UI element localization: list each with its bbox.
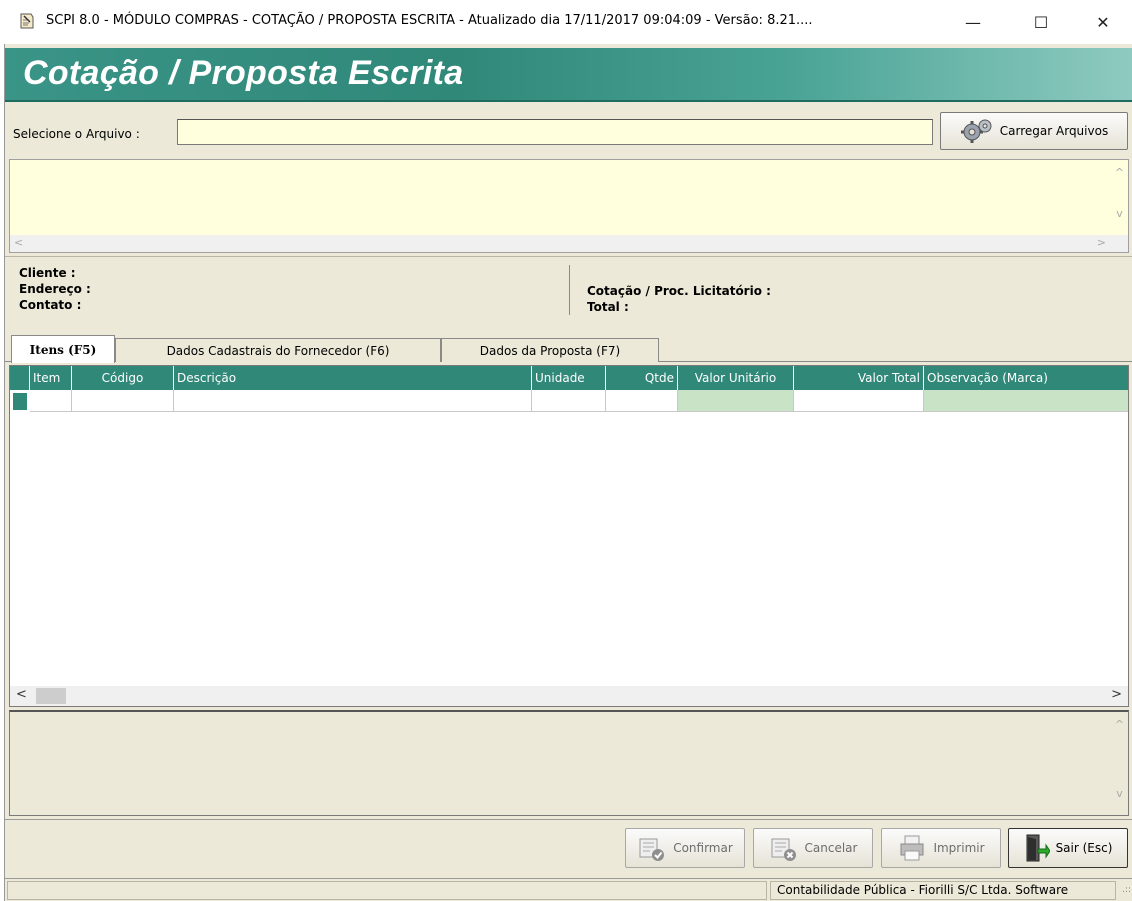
confirm-icon (639, 838, 665, 861)
cancel-icon (771, 838, 796, 861)
quotation-label: Cotação / Proc. Licitatório : (587, 284, 771, 298)
info-divider (569, 265, 570, 315)
cell-quantity[interactable] (606, 390, 678, 412)
status-panel-left (7, 881, 767, 900)
chevron-right-icon[interactable]: > (1111, 687, 1122, 702)
notes-panel[interactable]: ^ v (9, 710, 1129, 816)
col-quantity[interactable]: Qtde (606, 366, 678, 390)
cell-unit-value[interactable] (678, 390, 794, 412)
chevron-left-icon[interactable]: < (14, 236, 23, 249)
chevron-right-icon[interactable]: > (1097, 236, 1106, 249)
address-label: Endereço : (19, 282, 91, 296)
col-description[interactable]: Descrição (174, 366, 532, 390)
notes-vertical-scrollbar[interactable]: ^ v (1111, 712, 1128, 816)
load-files-label: Carregar Arquivos (999, 124, 1109, 138)
chevron-up-icon[interactable]: ^ (1111, 718, 1128, 731)
app-icon (20, 13, 34, 29)
main-window: Cotação / Proposta Escrita Selecione o A… (4, 44, 1132, 901)
printer-icon (900, 835, 924, 861)
col-unit[interactable]: Unidade (532, 366, 606, 390)
cell-unit[interactable] (532, 390, 606, 412)
col-code[interactable]: Código (72, 366, 174, 390)
cell-description[interactable] (174, 390, 532, 412)
col-item[interactable]: Item (30, 366, 72, 390)
title-bar: SCPI 8.0 - MÓDULO COMPRAS - COTAÇÃO / PR… (0, 0, 1132, 44)
print-label: Imprimir (933, 841, 985, 855)
tab-strip: Itens (F5) Dados Cadastrais do Fornecedo… (5, 330, 1132, 363)
table-row[interactable] (10, 390, 1128, 412)
maximize-button[interactable]: ☐ (1018, 0, 1064, 44)
button-bar: Confirmar Cancelar Imprimir Sair (Esc) (5, 819, 1132, 875)
cell-item[interactable] (30, 390, 72, 412)
col-unit-value[interactable]: Valor Unitário (678, 366, 794, 390)
exit-button[interactable]: Sair (Esc) (1008, 828, 1128, 868)
row-indicator-header (10, 366, 30, 390)
resize-grip-icon[interactable]: .:: (1122, 885, 1131, 895)
confirm-button[interactable]: Confirmar (625, 828, 745, 868)
cancel-button[interactable]: Cancelar (753, 828, 873, 868)
tab-proposal-data[interactable]: Dados da Proposta (F7) (441, 338, 659, 362)
col-observation[interactable]: Observação (Marca) (924, 366, 1128, 390)
confirm-label: Confirmar (673, 841, 733, 855)
file-label: Selecione o Arquivo : (13, 127, 140, 141)
load-files-button[interactable]: Carregar Arquivos (940, 112, 1128, 150)
cell-total-value[interactable] (794, 390, 924, 412)
items-grid[interactable]: Item Código Descrição Unidade Qtde Valor… (9, 365, 1129, 707)
chevron-up-icon[interactable]: ^ (1111, 166, 1128, 179)
col-total-value[interactable]: Valor Total (794, 366, 924, 390)
supplier-info: Cliente : Endereço : Contato : Cotação /… (5, 256, 1132, 324)
tab-supplier-data[interactable]: Dados Cadastrais do Fornecedor (F6) (115, 338, 441, 362)
close-button[interactable]: ✕ (1080, 0, 1126, 44)
grid-horizontal-scrollbar[interactable]: < > (10, 686, 1128, 706)
chevron-down-icon[interactable]: v (1111, 787, 1128, 800)
gears-icon (960, 119, 992, 143)
scroll-corner (1111, 235, 1128, 252)
cancel-label: Cancelar (804, 841, 858, 855)
memo-vertical-scrollbar[interactable]: ^ v (1111, 160, 1128, 236)
chevron-left-icon[interactable]: < (16, 687, 27, 702)
print-button[interactable]: Imprimir (881, 828, 1001, 868)
file-row: Selecione o Arquivo : Carregar Arquivos (5, 102, 1132, 154)
file-input[interactable] (177, 119, 933, 145)
cell-observation[interactable] (924, 390, 1128, 412)
tab-items[interactable]: Itens (F5) (11, 335, 115, 363)
row-indicator (13, 393, 27, 410)
client-label: Cliente : (19, 266, 76, 280)
minimize-button[interactable]: — (950, 0, 996, 44)
exit-label: Sair (Esc) (1055, 841, 1113, 855)
status-company: Contabilidade Pública - Fiorilli S/C Ltd… (770, 881, 1116, 900)
chevron-down-icon[interactable]: v (1111, 207, 1128, 220)
status-bar: Contabilidade Pública - Fiorilli S/C Ltd… (5, 878, 1132, 901)
window-title: SCPI 8.0 - MÓDULO COMPRAS - COTAÇÃO / PR… (46, 13, 813, 28)
page-title: Cotação / Proposta Escrita (23, 54, 464, 92)
exit-door-icon (1026, 834, 1050, 862)
grid-header: Item Código Descrição Unidade Qtde Valor… (10, 366, 1128, 390)
file-contents-memo[interactable]: ^ v < > (9, 159, 1129, 253)
contact-label: Contato : (19, 298, 82, 312)
scrollbar-thumb[interactable] (36, 688, 66, 704)
total-label: Total : (587, 300, 629, 314)
cell-code[interactable] (72, 390, 174, 412)
header-banner: Cotação / Proposta Escrita (5, 48, 1132, 102)
memo-horizontal-scrollbar[interactable]: < > (10, 235, 1112, 252)
